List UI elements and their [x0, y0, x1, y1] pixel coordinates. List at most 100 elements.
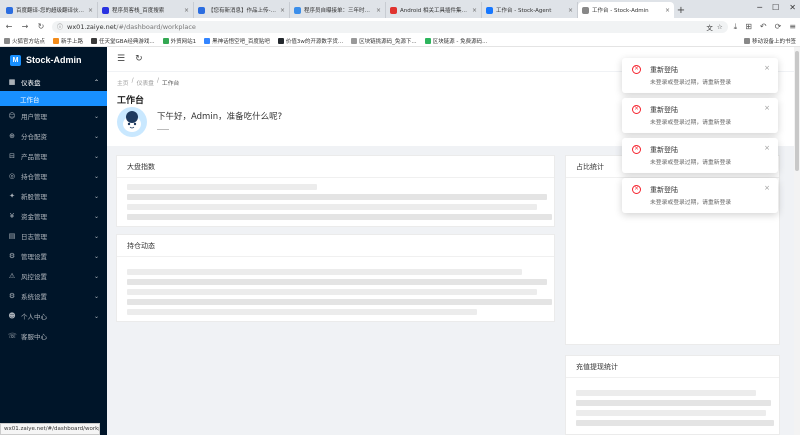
- user-icon: ☺: [8, 112, 16, 120]
- folder-icon: [743, 37, 750, 44]
- address-toolbar: ← → ↻ ⓘ wx01.zaiye.net/#/dashboard/workp…: [0, 18, 800, 35]
- bookmark[interactable]: 外贸网站1: [162, 37, 196, 45]
- minimize-icon[interactable]: ─: [757, 3, 762, 12]
- tab-title: 程序员客栈_百度搜索: [112, 8, 165, 14]
- menu-item-label: 系统设置: [21, 293, 47, 301]
- close-tab-icon[interactable]: ×: [665, 7, 670, 14]
- close-tab-icon[interactable]: ×: [280, 7, 285, 14]
- bookmark[interactable]: 火狐官方站点: [4, 37, 45, 45]
- collapse-menu-icon[interactable]: ☰: [117, 54, 125, 64]
- sidebar-menu-item[interactable]: ⚙ 管理设置 ⌄: [0, 246, 107, 266]
- sidebar-menu-item[interactable]: ⊕ 分仓配资 ⌄: [0, 126, 107, 146]
- status-bar-url: wx01.zaiye.net/#/dashboard/workplace: [0, 423, 100, 435]
- sidebar-menu-item[interactable]: ⚠ 风控设置 ⌄: [0, 266, 107, 286]
- skeleton-line: [576, 410, 766, 416]
- close-tab-icon[interactable]: ×: [184, 7, 189, 14]
- browser-tab[interactable]: Android 相关工具插件集成到...×: [386, 2, 482, 18]
- breadcrumb-home[interactable]: 主页: [117, 78, 129, 87]
- error-icon: ×: [632, 185, 641, 194]
- chevron-down-icon: ⌄: [93, 112, 99, 120]
- bookmark[interactable]: 价值3w的开源数字货...: [277, 37, 343, 45]
- back-icon[interactable]: ←: [4, 22, 14, 31]
- browser-tab[interactable]: 程序员客栈_百度搜索 ×: [98, 2, 194, 18]
- close-notification-icon[interactable]: ×: [764, 144, 770, 152]
- tab-title: 【您有新消息】作品上传-程序员...: [208, 8, 277, 14]
- sidebar-menu-item[interactable]: ✦ 新股管理 ⌄: [0, 186, 107, 206]
- extensions-icon[interactable]: ⊞: [745, 22, 752, 32]
- greeting-text: 下午好，Admin，准备吃什么呢?: [157, 112, 283, 122]
- bookmark[interactable]: 区块链挑源码_免源下...: [351, 37, 417, 45]
- chevron-down-icon: ⌄: [93, 192, 99, 200]
- window-controls: ─ ☐ ✕: [757, 3, 796, 12]
- bookmark[interactable]: 区块链源 - 免费源码...: [424, 37, 487, 45]
- sidebar-menu-item[interactable]: ☻ 个人中心 ⌄: [0, 306, 107, 326]
- mobile-bookmarks[interactable]: 移动设备上的书签: [743, 37, 796, 45]
- url-path: /#/dashboard/workplace: [116, 22, 196, 31]
- breadcrumb-dashboard[interactable]: 仪表盘: [137, 78, 154, 87]
- app-logo[interactable]: M Stock-Admin: [0, 47, 107, 73]
- menu-item-label: 新股管理: [21, 193, 47, 201]
- browser-tab[interactable]: 百度翻译-您的超级翻译伙伴（文×: [2, 2, 98, 18]
- page-title: 工作台: [117, 96, 145, 106]
- scrollbar-thumb[interactable]: [795, 51, 799, 171]
- bookmark-star-icon[interactable]: ☆: [717, 23, 723, 31]
- chevron-down-icon: ⌄: [93, 232, 99, 240]
- site-info-icon[interactable]: ⓘ: [57, 22, 63, 31]
- translate-icon[interactable]: 文: [706, 22, 713, 32]
- dashboard-icon: ▦: [8, 78, 16, 86]
- error-icon: ×: [632, 145, 641, 154]
- menu-group-label: 仪表盘: [21, 79, 41, 87]
- logo-icon: M: [10, 54, 21, 66]
- reload-icon[interactable]: ↻: [36, 22, 46, 31]
- browser-tab-active[interactable]: 工作台 - Stock-Admin ×: [578, 2, 674, 18]
- download-icon[interactable]: ⤓: [734, 22, 738, 32]
- close-notification-icon[interactable]: ×: [764, 64, 770, 72]
- menu-item-workplace[interactable]: 工作台: [0, 91, 107, 106]
- maximize-icon[interactable]: ☐: [772, 3, 779, 12]
- history-back-icon[interactable]: ↶: [760, 22, 767, 32]
- menu-group-dashboard[interactable]: ▦ 仪表盘 ⌃: [0, 73, 107, 91]
- tab-favicon-icon: [486, 6, 493, 14]
- breadcrumb-separator: /: [156, 78, 159, 84]
- close-notification-icon[interactable]: ×: [764, 184, 770, 192]
- github-icon: [277, 37, 284, 44]
- sidebar-menu-item[interactable]: ¥ 资金管理 ⌄: [0, 206, 107, 226]
- site-icon: [162, 37, 169, 44]
- close-notification-icon[interactable]: ×: [764, 104, 770, 112]
- browser-tab[interactable]: 【您有新消息】作品上传-程序员...×: [194, 2, 290, 18]
- page-scrollbar[interactable]: [794, 47, 800, 435]
- url-host: wx01.zaiye.net: [67, 22, 117, 31]
- tab-title: 程序员自曝接单：三年时间接了...: [304, 8, 373, 14]
- menu-icon[interactable]: ≡: [789, 22, 796, 32]
- close-tab-icon[interactable]: ×: [472, 7, 477, 14]
- sidebar-menu-item[interactable]: ☺ 用户管理 ⌄: [0, 106, 107, 126]
- browser-tab[interactable]: 工作台 - Stock-Agent ×: [482, 2, 578, 18]
- browser-tab[interactable]: 程序员自曝接单：三年时间接了...×: [290, 2, 386, 18]
- firefox-icon: [53, 37, 60, 44]
- close-tab-icon[interactable]: ×: [568, 7, 573, 14]
- tab-title: 工作台 - Stock-Admin: [592, 8, 649, 14]
- bookmark[interactable]: 黑神话悟空吧_百度贴吧: [204, 37, 270, 45]
- close-window-icon[interactable]: ✕: [789, 3, 796, 12]
- sidebar-menu-item[interactable]: ⚙ 系统设置 ⌄: [0, 286, 107, 306]
- url-field[interactable]: ⓘ wx01.zaiye.net/#/dashboard/workplace 文…: [52, 20, 728, 33]
- sidebar-menu-item[interactable]: ▤ 日志管理 ⌄: [0, 226, 107, 246]
- reload-page-icon[interactable]: ↻: [135, 54, 143, 64]
- bookmark[interactable]: 新手上路: [53, 37, 83, 45]
- new-tab-button[interactable]: +: [674, 2, 688, 18]
- close-tab-icon[interactable]: ×: [376, 7, 381, 14]
- notification-description: 未登录或登录过期，请重新登录: [650, 80, 732, 86]
- forward-icon[interactable]: →: [20, 22, 30, 31]
- sidebar-menu-item[interactable]: ☏ 客服中心: [0, 326, 107, 346]
- skeleton-line: [127, 279, 547, 285]
- sidebar-menu-item[interactable]: ◎ 持仓管理 ⌄: [0, 166, 107, 186]
- tab-title: Android 相关工具插件集成到...: [400, 8, 469, 14]
- refresh-icon[interactable]: ⟳: [775, 22, 782, 32]
- notification-description: 未登录或登录过期，请重新登录: [650, 200, 732, 206]
- bookmark[interactable]: 任天堂GBA经典游戏...: [91, 37, 155, 45]
- app-name: Stock-Admin: [26, 55, 82, 65]
- notification-toast: × 重新登陆 未登录或登录过期，请重新登录 ×: [622, 138, 778, 173]
- chevron-down-icon: ⌄: [93, 132, 99, 140]
- close-tab-icon[interactable]: ×: [88, 7, 93, 14]
- sidebar-menu-item[interactable]: ⊟ 产品管理 ⌄: [0, 146, 107, 166]
